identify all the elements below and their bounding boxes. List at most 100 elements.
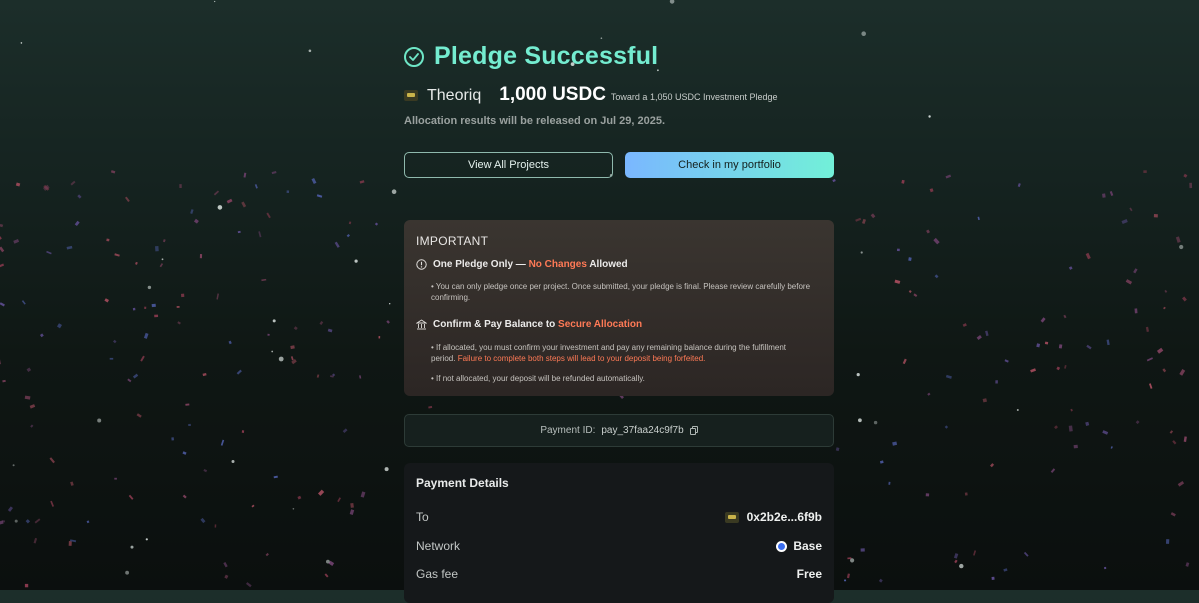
confetti-piece [50,500,55,507]
confetti-piece [181,293,185,298]
confetti-piece [266,212,271,219]
star-dot [1179,244,1184,250]
confetti-piece [132,307,136,311]
confetti-piece [337,497,342,503]
confetti-piece [135,261,138,265]
confetti-piece [25,519,31,524]
view-all-projects-button[interactable]: View All Projects [404,152,613,178]
notice-bullet: • If allocated, you must confirm your in… [431,342,811,364]
star-dot [326,559,330,564]
confetti-piece [1183,436,1187,443]
confetti-piece [224,574,229,579]
star-dot [873,420,878,425]
star-dot [856,373,860,377]
confetti-piece [1134,308,1138,314]
bank-icon [416,319,427,330]
confetti-piece [944,425,949,429]
confetti-piece [182,494,187,499]
confetti-piece [1169,430,1174,434]
confetti-piece [185,403,190,406]
confetti-piece [894,279,901,284]
confetti-piece [1030,368,1036,373]
confetti-piece [286,190,290,193]
star-dot [147,285,152,290]
important-notice: IMPORTANT One Pledge Only — No Changes A… [404,220,834,396]
confetti-piece [1017,183,1021,187]
confetti-piece [2,379,6,383]
confetti-piece [241,201,247,208]
confetti-piece [0,235,2,241]
detail-key: Network [416,539,461,553]
confetti-piece [24,583,29,588]
confetti-piece [70,180,76,186]
check-portfolio-button[interactable]: Check in my portfolio [625,152,834,178]
confetti-piece [945,374,952,379]
star-dot [354,259,358,263]
confetti-piece [332,373,336,377]
payment-details-title: Payment Details [416,476,509,490]
confetti-piece [243,172,247,178]
confetti-piece [1063,314,1067,319]
confetti-piece [1162,368,1167,373]
star-dot [292,508,295,510]
star-dot [308,49,312,53]
confetti-piece [254,184,258,189]
confetti-piece [86,520,90,524]
payment-id-box: Payment ID: pay_37faa24c9f7b [404,414,834,447]
star-dot [217,205,223,210]
confetti-piece [203,468,208,473]
confetti-piece [127,378,132,383]
confetti-piece [265,552,269,557]
confetti-piece [1058,344,1063,349]
confetti-piece [155,246,159,252]
confetti-piece [870,213,876,219]
confetti-piece [69,539,77,543]
confetti-piece [349,509,355,515]
confetti-piece [1135,420,1140,425]
star-dot [97,418,102,423]
star-dot [130,545,134,549]
star-dot [271,350,274,353]
detail-row-network: Network Base [416,539,822,553]
confetti-piece [136,413,142,418]
confetti-piece [374,222,379,226]
confetti-piece [316,374,320,378]
confetti-piece [1054,425,1059,430]
confetti-piece [1179,369,1186,376]
project-logo-icon [404,90,418,101]
confetti-piece [0,302,5,307]
confetti-piece [0,263,5,268]
notice-bullet-warning: Failure to complete both steps will lead… [457,354,706,363]
confetti-piece [0,246,5,253]
confetti-piece [879,460,884,464]
confetti-piece [934,274,939,279]
confetti-piece [26,367,32,373]
confetti-piece [1085,252,1091,260]
star-dot [14,519,18,523]
confetti-piece [7,506,14,512]
confetti-piece [318,489,325,496]
confetti-piece [844,579,847,582]
confetti-piece [140,355,145,362]
notice-item-prefix: Confirm & Pay Balance to [433,319,559,330]
confetti-piece [1133,268,1138,274]
confetti-piece [925,493,930,497]
confetti-piece [290,356,294,361]
confetti-piece [162,239,166,243]
confetti-piece [1189,182,1193,189]
confetti-piece [319,321,324,326]
confetti-piece [1064,364,1067,369]
confetti-piece [1125,279,1133,285]
confetti-piece [154,314,159,318]
confetti-piece [386,320,390,324]
confetti-piece [273,475,278,479]
confetti-piece [237,230,241,234]
copy-icon[interactable] [689,426,698,435]
confetti-piece [49,457,55,464]
confetti-piece [68,541,72,546]
notice-item-prefix: One Pledge Only — [433,259,529,270]
confetti-piece [927,392,931,396]
detail-row-to: To 0x2b2e...6f9b [416,510,822,524]
confetti-piece [179,184,182,189]
confetti-piece [982,398,988,403]
